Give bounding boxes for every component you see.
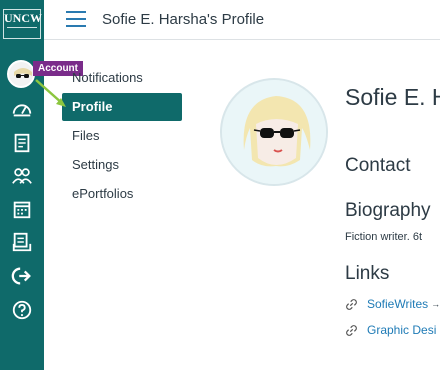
top-header: Sofie E. Harsha's Profile: [44, 0, 440, 40]
sub-nav-notifications[interactable]: Notifications: [62, 64, 182, 92]
sub-nav-eportfolios[interactable]: ePortfolios: [62, 180, 182, 208]
links-heading: Links: [345, 263, 390, 284]
link-icon: [346, 324, 357, 336]
sub-nav-settings[interactable]: Settings: [62, 151, 182, 179]
logo-text: UNCW: [4, 11, 42, 25]
profile-picture[interactable]: [220, 78, 328, 186]
link-label[interactable]: Graphic Desi: [367, 323, 436, 337]
link-label[interactable]: SofieWrites: [367, 297, 428, 311]
sub-nav-profile[interactable]: Profile: [62, 93, 182, 121]
hamburger-menu-icon[interactable]: [66, 11, 86, 27]
courses-icon[interactable]: [6, 130, 38, 156]
biography-text: Fiction writer. 6t: [345, 231, 423, 243]
logo-wave-icon: [7, 27, 37, 37]
sub-nav-files[interactable]: Files: [62, 122, 182, 150]
page-title: Sofie E. Harsha's Profile: [102, 11, 265, 28]
calendar-icon[interactable]: [6, 196, 38, 222]
profile-name: Sofie E. H: [345, 84, 440, 110]
profile-link[interactable]: SofieWrites →: [345, 296, 440, 312]
uncw-logo[interactable]: UNCW: [3, 9, 42, 39]
groups-icon[interactable]: [6, 163, 38, 189]
help-icon[interactable]: [6, 297, 38, 323]
biography-heading: Biography: [345, 200, 431, 221]
dashboard-icon[interactable]: [6, 96, 38, 122]
global-nav: UNCW: [0, 0, 44, 370]
contact-heading: Contact: [345, 155, 411, 176]
profile-link[interactable]: Graphic Desi: [345, 322, 436, 338]
inbox-icon[interactable]: [6, 229, 38, 255]
commons-icon[interactable]: [6, 263, 38, 289]
account-sub-nav: Notifications Profile Files Settings ePo…: [62, 64, 182, 209]
external-link-icon: →: [431, 299, 440, 309]
account-avatar-icon[interactable]: [7, 60, 35, 88]
link-icon: [346, 298, 357, 310]
